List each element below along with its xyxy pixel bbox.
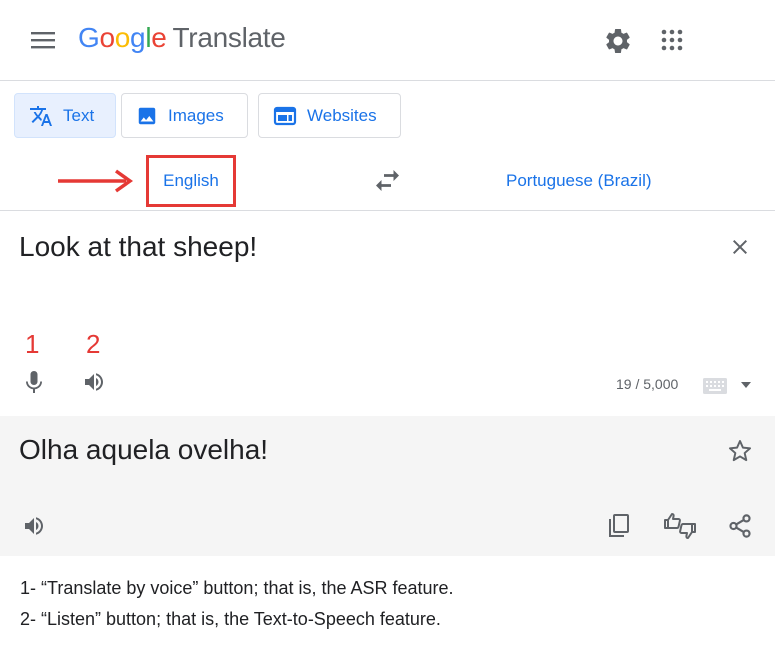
close-icon[interactable] bbox=[728, 235, 752, 259]
settings-icon[interactable] bbox=[603, 26, 633, 56]
annotation-arrow-icon bbox=[58, 169, 134, 193]
character-count: 19 / 5,000 bbox=[616, 376, 679, 392]
logo-letter: e bbox=[151, 22, 167, 53]
source-language-label: English bbox=[163, 171, 219, 190]
star-icon[interactable] bbox=[727, 438, 753, 464]
tab-websites-label: Websites bbox=[307, 105, 377, 125]
image-icon bbox=[138, 107, 156, 124]
translate-icon bbox=[30, 105, 52, 126]
apps-icon[interactable] bbox=[660, 28, 684, 52]
menu-icon[interactable] bbox=[31, 30, 55, 50]
tab-images-label: Images bbox=[168, 105, 224, 125]
microphone-icon[interactable] bbox=[22, 369, 46, 395]
logo-product-name: Translate bbox=[172, 22, 286, 53]
swap-languages-icon[interactable] bbox=[373, 168, 401, 192]
target-language-selector[interactable]: Portuguese (Brazil) bbox=[506, 171, 652, 191]
app-header: Google Translate bbox=[0, 0, 775, 81]
speaker-icon[interactable] bbox=[81, 370, 107, 394]
target-panel: Olha aquela ovelha! bbox=[0, 416, 775, 556]
logo-letter: G bbox=[78, 22, 100, 53]
feedback-thumbs-icon[interactable] bbox=[663, 511, 697, 541]
annotation-number-2: 2 bbox=[86, 329, 101, 359]
target-language-label: Portuguese (Brazil) bbox=[506, 171, 652, 190]
caption-line-1: 1- “Translate by voice” button; that is,… bbox=[20, 578, 454, 598]
copy-icon[interactable] bbox=[607, 513, 631, 539]
share-icon[interactable] bbox=[727, 513, 753, 539]
caption-line-2: 2- “Listen” button; that is, the Text-to… bbox=[20, 609, 441, 629]
speaker-icon[interactable] bbox=[21, 514, 47, 538]
translation-output: Olha aquela ovelha! bbox=[19, 434, 269, 465]
tab-images[interactable]: Images bbox=[121, 93, 248, 138]
google-translate-logo[interactable]: Google Translate bbox=[78, 22, 286, 54]
annotation-number-1: 1 bbox=[25, 329, 40, 359]
source-panel: Look at that sheep! 1 2 19 / 5,000 bbox=[0, 210, 775, 416]
tab-websites[interactable]: Websites bbox=[258, 93, 401, 138]
keyboard-icon[interactable] bbox=[703, 378, 727, 394]
source-language-selector[interactable]: English bbox=[146, 155, 236, 207]
website-icon bbox=[273, 106, 297, 125]
tab-text-label: Text bbox=[63, 105, 95, 125]
logo-letter: o bbox=[114, 22, 131, 53]
logo-letter: o bbox=[99, 22, 115, 53]
source-text-input[interactable]: Look at that sheep! bbox=[19, 231, 257, 263]
tab-text[interactable]: Text bbox=[14, 93, 116, 138]
chevron-down-icon[interactable] bbox=[740, 381, 752, 389]
logo-letter: g bbox=[130, 22, 146, 53]
